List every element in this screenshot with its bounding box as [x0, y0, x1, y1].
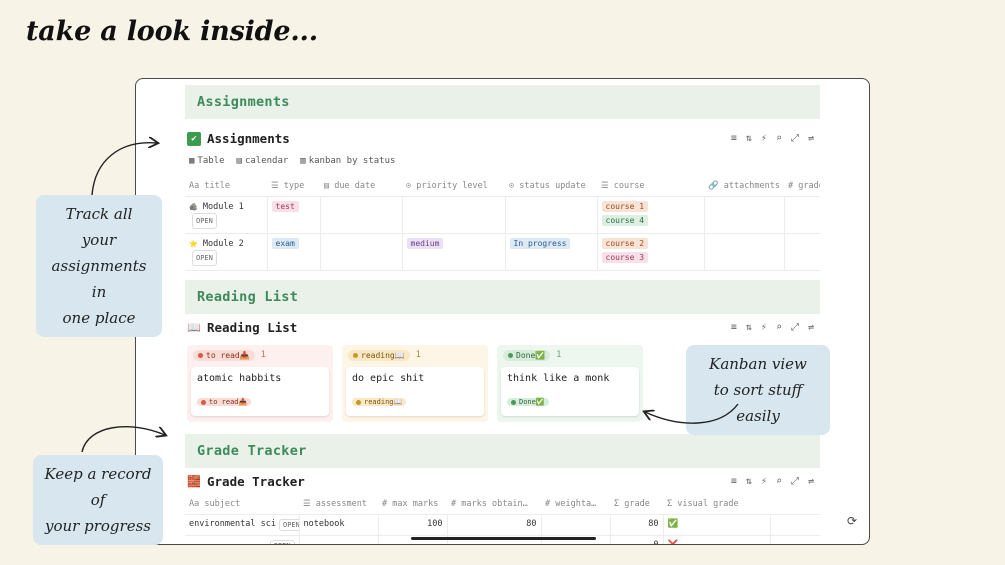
arrow-to-kanban [645, 403, 739, 424]
arrow-to-grades [81, 425, 165, 453]
arrow-to-assignments [91, 143, 157, 196]
annotation-arrows [81, 0, 739, 453]
